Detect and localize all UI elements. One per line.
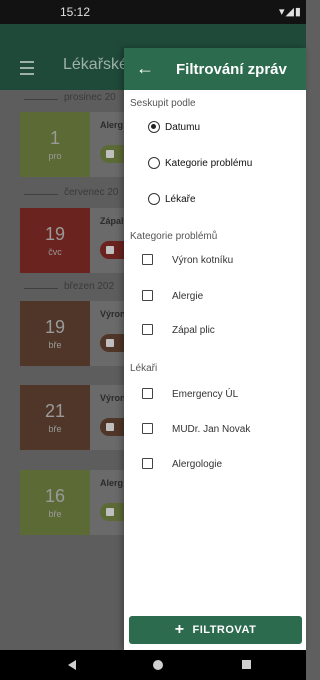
card-day: 16 [44,486,66,506]
checkbox-label-emergency[interactable]: Emergency ÚL [172,389,238,400]
checkbox-label-allergy[interactable]: Alergie [172,291,203,302]
card-title: Výron [100,309,126,319]
radio-group-by-category[interactable] [148,157,160,169]
checkbox-label-pneumonia[interactable]: Zápal plic [172,325,215,336]
card-date-block: 21 bře [20,385,90,450]
menu-icon [20,61,34,75]
message-card: 16 bře Alerg [20,470,124,535]
back-arrow-icon[interactable]: ← [136,58,154,78]
plus-icon: + [174,621,185,638]
status-icons: ▾◢▮ [278,6,302,18]
filter-drawer: ← Filtrování zpráv Seskupit podle Datumu… [124,48,306,650]
background-app-title: Lékařské [63,56,128,73]
month-separator: červenec 20 [24,187,134,201]
home-icon[interactable] [153,660,163,670]
card-date-block: 16 bře [20,470,90,535]
message-card: 21 bře Výron [20,385,126,450]
status-time: 15:12 [60,5,91,19]
checkbox-doctor-novak[interactable] [142,423,153,434]
checkbox-doctor-allergology[interactable] [142,458,153,469]
drawer-title: Filtrování zpráv [176,61,287,78]
status-bar: 15:12 ▾◢▮ [0,0,306,24]
card-title: Alerg [100,120,124,130]
card-day: 1 [49,128,60,148]
doctors-heading: Lékaři [130,363,158,374]
filter-button[interactable]: + FILTROVAT [129,616,302,644]
card-day: 19 [44,317,66,337]
recents-icon[interactable] [242,660,251,669]
card-month: čvc [48,247,62,257]
month-separator: březen 202 [24,281,134,295]
card-chip [100,418,124,436]
card-date-block: 19 bře [20,301,90,366]
group-by-heading: Seskupit podle [130,98,196,109]
radio-group-by-date[interactable] [148,121,160,133]
drawer-header: ← Filtrování zpráv [124,48,306,90]
card-month: bře [48,424,62,434]
card-chip [100,334,124,352]
month-separator: prosinec 20 [24,92,134,106]
checkbox-category-ankle-sprain[interactable] [142,254,153,265]
system-nav-bar [0,650,306,680]
categories-heading: Kategorie problémů [130,231,218,242]
card-date-block: 1 pro [20,112,90,177]
checkbox-label-allergology[interactable]: Alergologie [172,459,222,470]
checkbox-label-novak[interactable]: MUDr. Jan Novak [172,424,250,435]
radio-label-date[interactable]: Datumu [165,122,200,133]
message-card: 19 čvc Zápal [20,208,124,273]
filter-button-label: FILTROVAT [192,624,257,636]
card-month: pro [48,151,62,161]
card-month: bře [48,509,62,519]
card-title: Zápal [100,216,124,226]
checkbox-doctor-emergency[interactable] [142,388,153,399]
checkbox-label-ankle-sprain[interactable]: Výron kotníku [172,255,233,266]
card-day: 19 [44,224,66,244]
card-chip [100,241,124,259]
message-card: 1 pro Alerg [20,112,124,177]
card-date-block: 19 čvc [20,208,90,273]
card-day: 21 [44,401,66,421]
back-icon[interactable] [68,660,76,670]
card-chip [100,145,124,163]
card-title: Výron [100,393,126,403]
checkbox-category-pneumonia[interactable] [142,324,153,335]
radio-group-by-doctor[interactable] [148,193,160,205]
message-card: 19 bře Výron [20,301,126,366]
radio-label-category[interactable]: Kategorie problému [165,158,252,169]
card-month: bře [48,340,62,350]
card-chip [100,503,124,521]
card-title: Alerg [100,478,124,488]
checkbox-category-allergy[interactable] [142,290,153,301]
radio-label-doctor[interactable]: Lékaře [165,194,196,205]
